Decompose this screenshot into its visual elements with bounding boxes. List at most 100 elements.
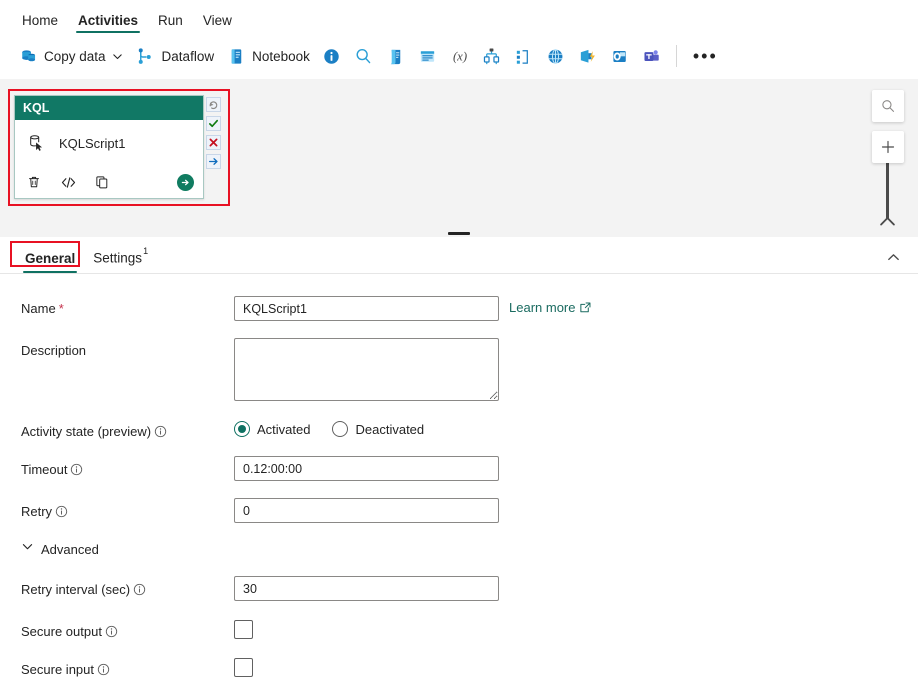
radio-deactivated[interactable]: Deactivated — [332, 421, 424, 437]
retry-interval-label-group: Retry interval (sec) — [21, 576, 234, 597]
retry-interval-control-area — [234, 576, 499, 601]
timeout-label-group: Timeout — [21, 456, 234, 477]
learn-more-link[interactable]: Learn more — [509, 296, 592, 315]
fabric-pipeline-editor: Home Activities Run View Copy data — [0, 0, 918, 680]
ribbon-tab-run[interactable]: Run — [148, 14, 193, 35]
advanced-section-toggle[interactable]: Advanced — [0, 540, 99, 558]
canvas-zoom-in-button[interactable] — [872, 131, 904, 163]
splitter-grip[interactable] — [448, 232, 470, 235]
on-success-icon[interactable] — [206, 116, 221, 131]
timeout-input[interactable] — [234, 456, 499, 481]
radio-deactivated-mark — [332, 421, 348, 437]
duplicate-icon[interactable] — [93, 173, 111, 191]
kql-activity-card[interactable]: KQL KQLScript1 — [14, 95, 204, 199]
required-asterisk: * — [59, 302, 64, 315]
radio-deactivated-label: Deactivated — [355, 422, 424, 437]
stored-procedure-button[interactable] — [412, 40, 444, 72]
advanced-label: Advanced — [41, 542, 99, 557]
pipeline-canvas[interactable]: KQL KQLScript1 — [0, 79, 918, 231]
info-icon[interactable] — [55, 505, 68, 518]
info-icon[interactable] — [154, 425, 167, 438]
ribbon-tab-view[interactable]: View — [193, 14, 242, 35]
set-variable-button[interactable]: (x) — [444, 40, 476, 72]
web-icon — [546, 46, 566, 66]
code-view-icon[interactable] — [59, 173, 77, 191]
script-button[interactable] — [380, 40, 412, 72]
panel-collapse-button[interactable] — [882, 246, 904, 268]
radio-activated[interactable]: Activated — [234, 421, 310, 437]
retry-label: Retry — [21, 504, 52, 519]
field-row-secure-input: Secure input — [0, 656, 918, 677]
info-icon[interactable] — [70, 463, 83, 476]
description-label: Description — [21, 343, 86, 358]
azure-function-button[interactable] — [572, 40, 604, 72]
activity-state-label: Activity state (preview) — [21, 424, 151, 439]
info-icon[interactable] — [105, 625, 118, 638]
tab-general[interactable]: General — [16, 252, 84, 274]
info-icon[interactable] — [133, 583, 146, 596]
tab-settings-label: Settings — [93, 251, 142, 266]
description-textarea[interactable] — [234, 338, 499, 401]
run-icon[interactable] — [177, 174, 194, 191]
get-metadata-button[interactable] — [316, 40, 348, 72]
outlook-icon — [610, 46, 630, 66]
ribbon-tab-activities[interactable]: Activities — [68, 14, 148, 35]
canvas-search-button[interactable] — [872, 90, 904, 122]
radio-activated-mark — [234, 421, 250, 437]
field-row-description: Description — [0, 338, 918, 401]
outlook-button[interactable] — [604, 40, 636, 72]
name-input[interactable] — [234, 296, 499, 321]
delete-icon[interactable] — [25, 173, 43, 191]
ribbon-tab-strip: Home Activities Run View — [0, 0, 918, 34]
name-label: Name — [21, 301, 56, 316]
lookup-button[interactable] — [348, 40, 380, 72]
activity-state-label-group: Activity state (preview) — [21, 418, 234, 439]
secure-input-checkbox[interactable] — [234, 658, 253, 677]
ribbon-tab-home[interactable]: Home — [12, 14, 68, 35]
tab-settings[interactable]: Settings1 — [84, 250, 156, 273]
copy-data-button[interactable]: Copy data — [12, 40, 130, 72]
secure-output-checkbox[interactable] — [234, 620, 253, 639]
svg-text:(x): (x) — [453, 49, 467, 63]
tab-general-label: General — [25, 251, 75, 266]
external-link-icon — [579, 301, 592, 314]
copy-data-icon — [18, 46, 38, 66]
retry-input[interactable] — [234, 498, 499, 523]
chevron-up-icon — [886, 250, 901, 265]
notebook-icon — [226, 46, 246, 66]
dataflow-button[interactable]: Dataflow — [130, 40, 221, 72]
toolbar-divider — [676, 45, 677, 67]
stored-procedure-icon — [418, 46, 438, 66]
activities-toolbar: Copy data Dataflow — [0, 34, 918, 79]
canvas-zoom-slider-track[interactable] — [886, 163, 889, 219]
activity-card-footer — [15, 166, 203, 198]
switch-icon — [482, 46, 502, 66]
toolbar-overflow-button[interactable]: ••• — [685, 40, 726, 72]
activity-card-title: KQLScript1 — [59, 136, 125, 151]
switch-button[interactable] — [476, 40, 508, 72]
canvas-zoom-slider-thumb[interactable] — [879, 213, 896, 223]
radio-activated-label: Activated — [257, 422, 310, 437]
if-condition-button[interactable] — [508, 40, 540, 72]
teams-button[interactable] — [636, 40, 668, 72]
chevron-down-icon — [21, 540, 34, 558]
secure-input-label-group: Secure input — [21, 656, 234, 677]
on-failure-icon[interactable] — [206, 135, 221, 150]
lookup-icon — [354, 46, 374, 66]
dataflow-icon — [136, 46, 156, 66]
web-button[interactable] — [540, 40, 572, 72]
retry-interval-input[interactable] — [234, 576, 499, 601]
notebook-button[interactable]: Notebook — [220, 40, 316, 72]
notebook-label: Notebook — [252, 49, 310, 64]
name-control-area: Learn more — [234, 296, 592, 321]
on-completion-icon[interactable] — [206, 154, 221, 169]
chevron-down-icon[interactable] — [112, 50, 124, 62]
teams-icon — [642, 46, 662, 66]
activity-output-connectors — [206, 97, 222, 169]
activity-properties-panel: General Settings1 Name * — [0, 237, 918, 680]
info-icon[interactable] — [97, 663, 110, 676]
kql-database-icon — [27, 133, 47, 153]
on-skip-icon[interactable] — [206, 97, 221, 112]
if-condition-icon — [514, 46, 534, 66]
set-variable-icon: (x) — [450, 46, 470, 66]
